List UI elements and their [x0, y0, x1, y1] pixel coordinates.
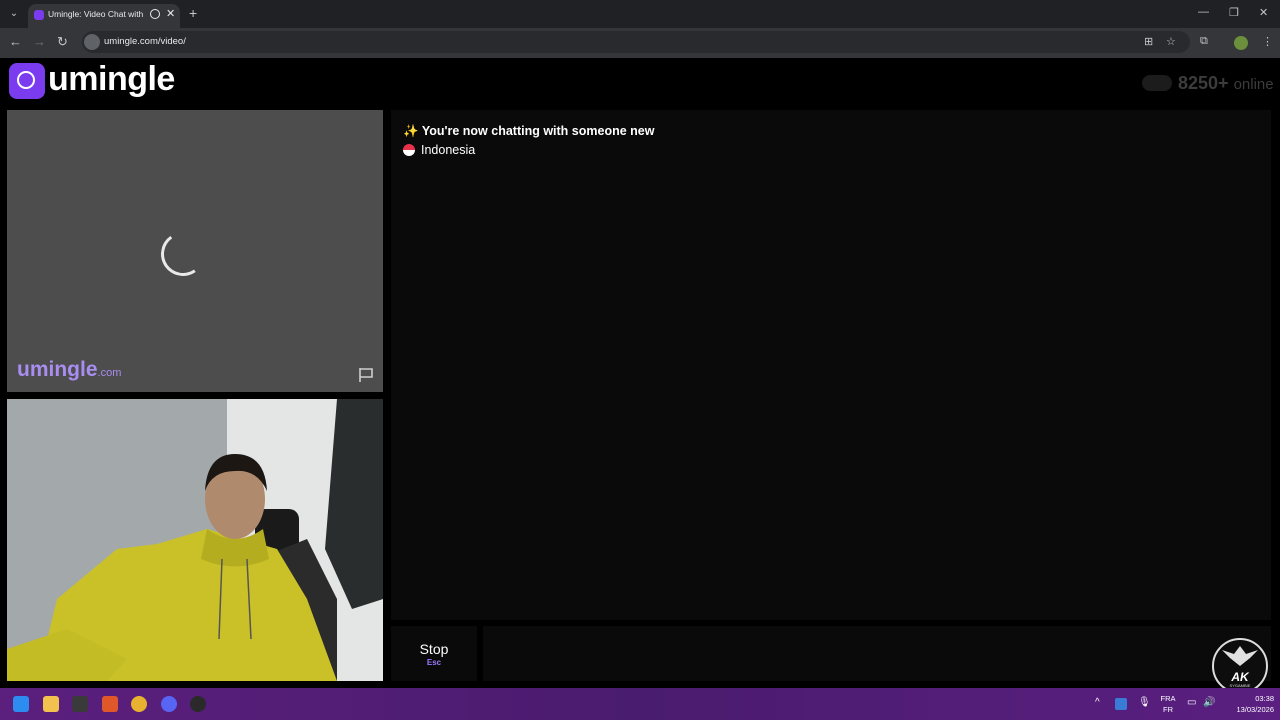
online-count: 8250+ — [1178, 73, 1229, 93]
theme-toggle[interactable] — [1142, 75, 1172, 91]
webcam-feed-image — [7, 399, 383, 681]
windows-taskbar: ^ 🎙 FRA FR ▭ 🔊 03:38 13/03/2026 — [0, 688, 1280, 720]
indonesia-flag-icon — [403, 144, 415, 156]
chat-bubble-icon — [17, 71, 35, 89]
umingle-favicon-icon — [34, 10, 44, 20]
ak-logo-badge: AK SYGAMBIE — [1212, 638, 1268, 694]
close-window-button[interactable]: ✕ — [1259, 6, 1268, 19]
browser-tab-bar: ⌄ Umingle: Video Chat with S ✕ + — ❐ ✕ — [0, 0, 1280, 28]
local-webcam-video — [7, 399, 383, 681]
windows-start-icon[interactable] — [13, 696, 29, 712]
tab-close-icon[interactable]: ✕ — [166, 7, 175, 20]
language-indicator[interactable]: FRA FR — [1160, 693, 1176, 715]
online-label: online — [1233, 76, 1274, 93]
minimize-button[interactable]: — — [1198, 6, 1209, 18]
umingle-logo-icon[interactable] — [9, 63, 45, 99]
security-tray-icon[interactable] — [1115, 698, 1127, 710]
obs-icon[interactable] — [190, 696, 206, 712]
clock-time: 03:38 — [1255, 694, 1274, 703]
tray-overflow-icon[interactable]: ^ — [1095, 697, 1100, 708]
loading-spinner-icon — [157, 228, 209, 280]
discord-icon[interactable] — [161, 696, 177, 712]
online-counter: 8250+ online — [1178, 73, 1274, 94]
back-icon[interactable]: ← — [9, 34, 22, 49]
umingle-watermark: umingle.com — [17, 358, 121, 382]
file-explorer-icon[interactable] — [43, 696, 59, 712]
reload-icon[interactable]: ↻ — [57, 34, 68, 50]
url-text[interactable]: umingle.com/video/ — [104, 36, 186, 47]
system-clock[interactable]: 03:38 13/03/2026 — [1222, 693, 1274, 715]
watermark-tld: .com — [97, 367, 122, 379]
site-info-icon[interactable] — [84, 34, 100, 50]
eagle-emblem-icon — [1222, 646, 1258, 666]
microphone-icon[interactable]: 🎙 — [1138, 697, 1151, 708]
logo-text[interactable]: umingle — [48, 60, 175, 99]
microsoft-store-icon[interactable] — [72, 696, 88, 712]
clock-date: 13/03/2026 — [1236, 705, 1274, 714]
new-tab-button[interactable]: + — [189, 5, 197, 21]
volume-icon[interactable]: 🔊 — [1203, 697, 1215, 708]
lang-top: FRA — [1160, 694, 1176, 703]
country-name: Indonesia — [421, 143, 476, 157]
sparkle-icon: ✨ — [403, 124, 419, 138]
report-flag-icon[interactable] — [357, 366, 375, 384]
tab-title: Umingle: Video Chat with S — [48, 9, 144, 19]
message-input[interactable] — [483, 626, 1271, 681]
network-icon[interactable]: ▭ — [1187, 697, 1196, 708]
remote-video: umingle.com — [7, 110, 383, 392]
chat-panel: ✨ You're now chatting with someone new I… — [391, 110, 1271, 620]
stop-label: Stop — [419, 641, 449, 657]
tab-search-icon[interactable]: ⌄ — [6, 6, 22, 22]
lang-bottom: FR — [1163, 705, 1173, 714]
brave-browser-icon[interactable] — [102, 696, 118, 712]
chrome-icon[interactable] — [131, 696, 147, 712]
status-text: You're now chatting with someone new — [421, 124, 655, 138]
stop-shortcut-hint: Esc — [426, 658, 442, 667]
browser-menu-icon[interactable]: ⋮ — [1262, 35, 1273, 48]
address-bar[interactable]: umingle.com/video/ — [82, 31, 1190, 53]
browser-toolbar: ← → ↻ umingle.com/video/ ⊞ ☆ ⧉ ⋮ — [0, 28, 1280, 58]
stop-button[interactable]: Stop Esc — [391, 626, 477, 681]
ak-badge-text: AK — [1231, 670, 1249, 684]
watermark-text: umingle — [17, 358, 98, 381]
partner-country: Indonesia — [403, 143, 475, 157]
bookmark-star-icon[interactable]: ☆ — [1166, 35, 1176, 48]
chat-status-message: ✨ You're now chatting with someone new — [403, 124, 654, 139]
active-tab[interactable]: Umingle: Video Chat with S ✕ — [28, 4, 180, 28]
translate-icon[interactable]: ⊞ — [1144, 35, 1153, 48]
recording-indicator-icon — [150, 9, 160, 19]
extensions-icon[interactable]: ⧉ — [1200, 35, 1208, 48]
forward-icon[interactable]: → — [33, 34, 46, 49]
profile-avatar[interactable] — [1234, 36, 1248, 50]
restore-button[interactable]: ❐ — [1229, 6, 1239, 19]
